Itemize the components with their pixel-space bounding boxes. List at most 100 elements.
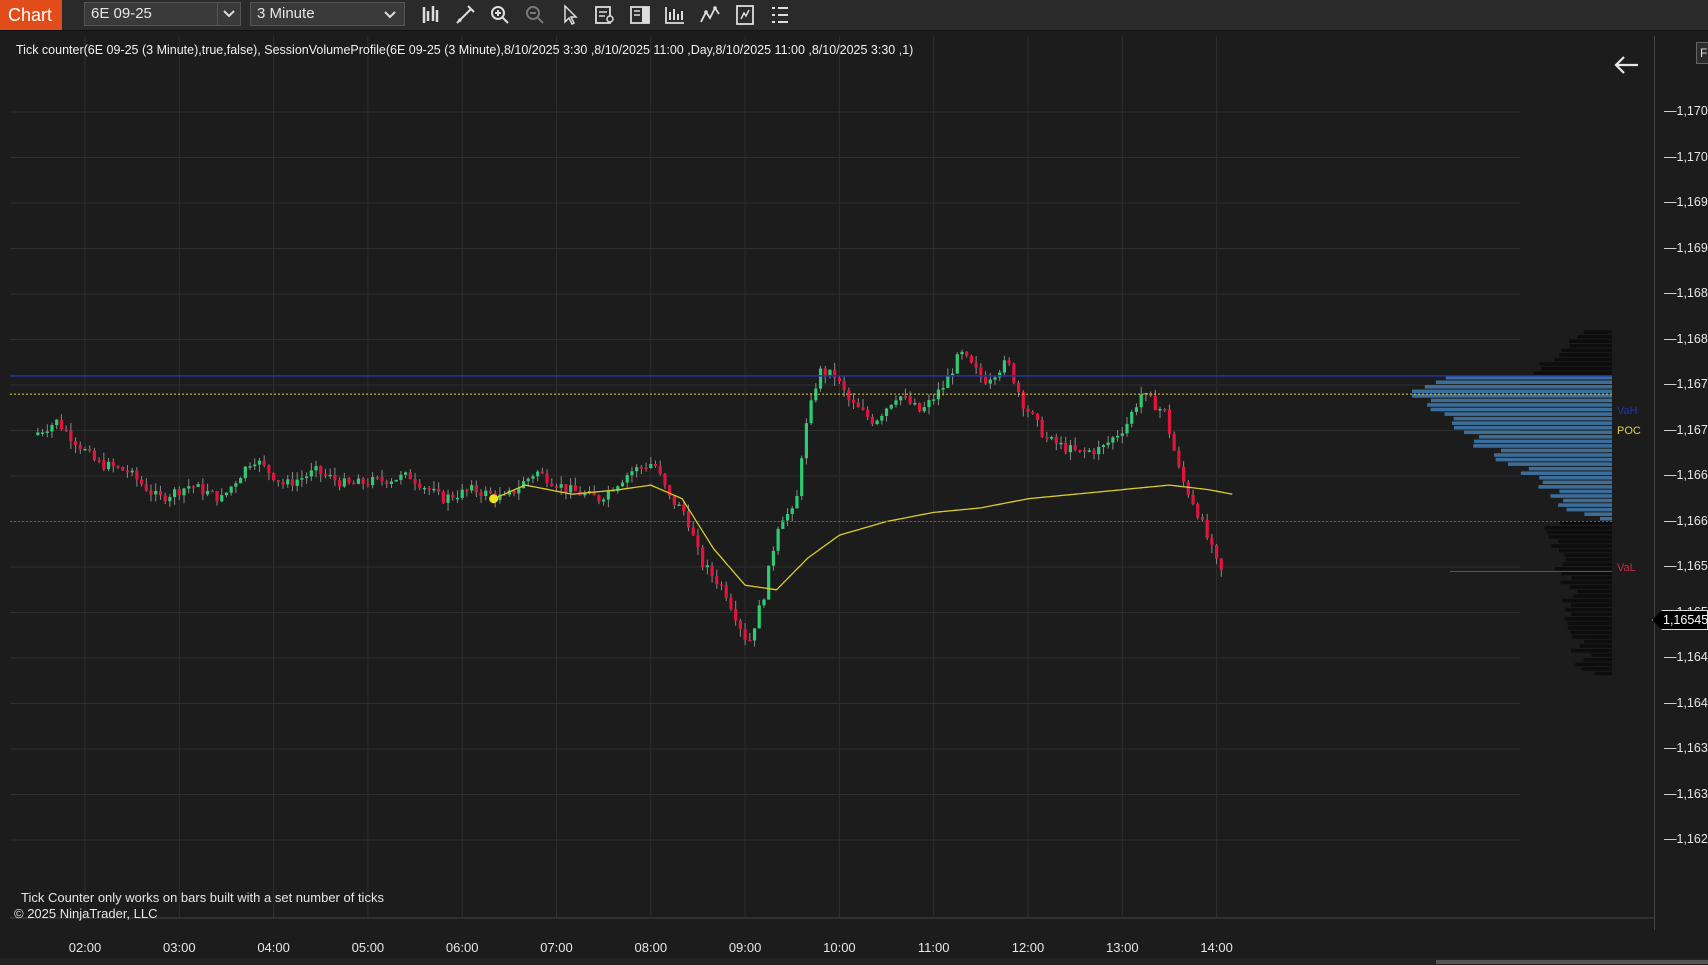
candle-up: [785, 513, 790, 521]
candle-up: [818, 368, 823, 389]
volume-profile-bar: [1600, 516, 1612, 521]
chart-tab[interactable]: Chart: [0, 0, 62, 30]
properties-icon[interactable]: [768, 3, 792, 27]
instrument-selector[interactable]: 6E 09-25: [84, 2, 220, 26]
time-tick-label: 02:00: [68, 940, 102, 955]
candle-down: [1167, 409, 1172, 434]
side-panel-button[interactable]: F: [1696, 42, 1708, 64]
current-price-marker: 1,16545: [1652, 610, 1708, 630]
drawing-tools-icon[interactable]: [453, 3, 477, 27]
strategies-icon[interactable]: [663, 3, 687, 27]
candle-down: [870, 416, 875, 425]
volume-profile-bar: [1520, 471, 1612, 475]
candle-down: [1205, 519, 1209, 538]
candle-up: [83, 449, 87, 451]
candle-down: [672, 495, 676, 506]
candle-down: [1026, 408, 1030, 413]
candle-up: [328, 474, 332, 477]
data-box-icon[interactable]: [593, 3, 617, 27]
volume-profile-bar: [1495, 457, 1612, 462]
candle-down: [352, 482, 356, 485]
candle-down: [272, 472, 276, 481]
candle-up: [899, 396, 903, 401]
price-chart[interactable]: [10, 36, 1654, 930]
time-tick-label: 05:00: [351, 940, 385, 955]
candle-up: [422, 487, 427, 490]
candle-up: [536, 471, 540, 477]
templates-icon[interactable]: [733, 3, 757, 27]
candle-up: [106, 461, 111, 470]
volume-profile-bar: [1544, 526, 1612, 530]
candle-down: [1016, 382, 1021, 393]
indicators-icon[interactable]: [698, 3, 722, 27]
candle-up: [371, 477, 375, 486]
candle-down: [701, 547, 705, 568]
candle-down: [1210, 537, 1214, 545]
candle-up: [224, 492, 229, 496]
candle-down: [465, 489, 469, 492]
volume-profile-bar: [1594, 671, 1612, 676]
chart-trader-icon[interactable]: [628, 3, 652, 27]
time-tick-label: 12:00: [1011, 940, 1045, 955]
candle-up: [220, 495, 224, 502]
candle-down: [1035, 413, 1040, 420]
candle-up: [955, 354, 959, 374]
candle-up: [45, 431, 49, 433]
volume-profile-bar: [1560, 580, 1612, 585]
instrument-dropdown-button[interactable]: [217, 2, 241, 26]
candle-up: [757, 605, 761, 629]
candle-down: [965, 351, 969, 356]
candle-down: [1200, 517, 1205, 520]
poc-label: POC: [1617, 425, 1641, 437]
candle-up: [455, 497, 460, 500]
candle-up: [884, 408, 889, 416]
volume-profile-bar: [1430, 398, 1612, 403]
volume-profile-bar: [1561, 571, 1612, 576]
candle-up: [1134, 407, 1139, 412]
volume-profile-bar: [1559, 489, 1612, 494]
candle-up: [40, 432, 45, 434]
candle-down: [451, 494, 455, 499]
volume-profile-bar: [1569, 339, 1612, 344]
candle-down: [1092, 450, 1096, 455]
candle-down: [1148, 393, 1153, 397]
candle-up: [300, 478, 304, 480]
pointer-icon[interactable]: [558, 3, 582, 27]
candle-down: [1012, 363, 1016, 383]
zoom-in-icon[interactable]: [488, 3, 512, 27]
candle-down: [837, 377, 841, 382]
candle-up: [1139, 394, 1143, 408]
arrow-left-icon[interactable]: [1612, 54, 1640, 76]
zoom-out-icon[interactable]: [523, 3, 547, 27]
candle-up: [1106, 442, 1110, 446]
candle-up: [630, 471, 634, 476]
volume-profile-bar: [1554, 357, 1612, 362]
candle-down: [144, 484, 148, 491]
candle-down: [1073, 445, 1077, 450]
volume-profile-bar: [1538, 485, 1612, 489]
candle-down: [319, 466, 323, 475]
candle-down: [69, 430, 73, 442]
volume-profile-bar: [1539, 476, 1612, 480]
bar-type-icon[interactable]: [419, 3, 443, 27]
candle-up: [771, 550, 775, 566]
candle-down: [653, 463, 658, 467]
candle-up: [460, 489, 464, 498]
interval-selector[interactable]: 3 Minute: [250, 2, 405, 26]
candle-down: [1082, 450, 1087, 452]
scrollbar-thumb[interactable]: [1436, 960, 1708, 964]
candle-down: [1186, 481, 1190, 495]
volume-profile-bar: [1464, 430, 1612, 435]
candle-up: [404, 472, 408, 475]
candle-up: [1115, 435, 1120, 438]
candle-up: [988, 379, 992, 384]
volume-profile-bar: [1573, 594, 1612, 598]
candle-down: [413, 479, 417, 484]
interval-value: 3 Minute: [257, 5, 315, 22]
time-tick-label: 11:00: [917, 940, 950, 955]
candle-up: [993, 377, 997, 380]
candle-down: [639, 467, 643, 469]
candle-down: [1078, 449, 1082, 452]
chevron-down-icon: [223, 10, 235, 18]
volume-profile-bar: [1567, 626, 1612, 630]
